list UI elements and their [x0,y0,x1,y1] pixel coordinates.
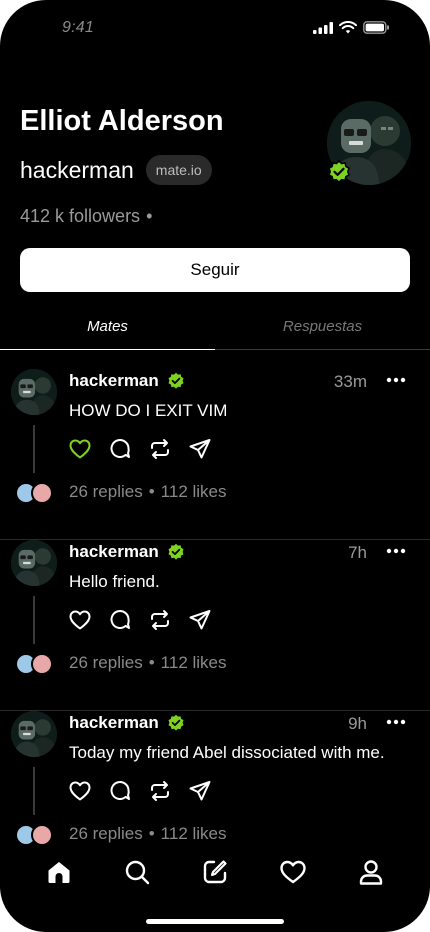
replies-count[interactable]: 26 replies [69,653,143,673]
post-avatar-image [11,711,57,757]
thread-line [33,425,35,473]
replies-count[interactable]: 26 replies [69,482,143,502]
handle-row: hackerman mate.io [20,155,212,185]
stats-separator: • [148,653,155,672]
search-icon[interactable] [123,858,151,886]
profile-tabs: Mates Respuestas [0,304,430,350]
post-author[interactable]: hackerman [69,542,185,562]
more-options-icon[interactable] [386,717,406,727]
battery-icon [363,21,389,34]
home-indicator[interactable] [146,919,284,924]
replies-count[interactable]: 26 replies [69,824,143,844]
post-time: 33m [333,372,367,391]
heart-icon[interactable] [279,858,307,886]
post-stats: 26 replies • 112 likes [69,482,227,502]
post-text: Today my friend Abel dissociated with me… [69,743,385,762]
like-icon[interactable] [68,437,92,461]
profile-icon[interactable] [357,858,385,886]
reply-avatar [31,653,53,675]
thread-line [33,767,35,815]
reply-avatar [31,824,53,846]
verified-badge-icon [328,160,350,184]
post-stats: 26 replies • 112 likes [69,824,227,844]
post-author[interactable]: hackerman [69,371,185,391]
more-options-icon[interactable] [386,546,406,556]
post-author-name: hackerman [69,542,159,561]
profile-handle: hackerman [20,156,134,183]
domain-badge[interactable]: mate.io [145,155,212,185]
follow-button[interactable]: Seguir [20,248,410,292]
tab-respuestas[interactable]: Respuestas [215,304,430,349]
repost-icon[interactable] [148,608,172,632]
home-icon[interactable] [45,858,73,886]
profile-name: Elliot Alderson [20,105,224,137]
followers-separator: • [146,206,153,226]
stats-separator: • [148,824,155,843]
share-icon[interactable] [188,437,212,461]
comment-icon[interactable] [108,437,132,461]
reply-avatar [31,482,53,504]
post-stats: 26 replies • 112 likes [69,653,227,673]
post-text: Hello friend. [69,572,160,591]
post-actions [68,608,212,632]
reply-avatars [15,824,55,846]
share-icon[interactable] [188,608,212,632]
comment-icon[interactable] [108,779,132,803]
more-options-icon[interactable] [386,375,406,385]
wifi-icon [339,21,357,34]
post[interactable]: hackerman 7h Hello friend. 26 replies • … [0,540,430,711]
comment-icon[interactable] [108,608,132,632]
followers-count: 412 k followers [20,206,141,226]
verified-badge-icon [168,372,184,389]
verified-badge-icon [168,543,184,560]
post-time: 9h [348,714,367,733]
status-icons [313,21,390,34]
phone-screen: 9:41 Elliot Alderson hackerman mate.io 4… [0,0,430,932]
likes-count[interactable]: 112 likes [161,653,227,673]
like-icon[interactable] [68,779,92,803]
post-avatar[interactable] [11,369,57,415]
post-time: 7h [348,543,367,562]
post-avatar-image [11,540,57,586]
like-icon[interactable] [68,608,92,632]
likes-count[interactable]: 112 likes [161,824,227,844]
repost-icon[interactable] [148,779,172,803]
reply-avatars [15,482,55,504]
post[interactable]: hackerman 33m HOW DO I EXIT VIM 26 repli… [0,369,430,540]
post-author-name: hackerman [69,371,159,390]
post-avatar-image [11,369,57,415]
likes-count[interactable]: 112 likes [161,482,227,502]
post-author[interactable]: hackerman [69,713,185,733]
tab-mates[interactable]: Mates [0,304,215,350]
post-avatar[interactable] [11,540,57,586]
bottom-nav [0,858,430,890]
status-time: 9:41 [62,19,94,36]
stats-separator: • [148,482,155,501]
followers-row[interactable]: 412 k followers • [20,206,152,227]
share-icon[interactable] [188,779,212,803]
repost-icon[interactable] [148,437,172,461]
signal-icon [313,21,333,34]
post-actions [68,437,212,461]
post-text: HOW DO I EXIT VIM [69,401,228,420]
reply-avatars [15,653,55,675]
verified-badge-icon [168,714,184,731]
compose-icon[interactable] [201,858,229,886]
post-actions [68,779,212,803]
thread-line [33,596,35,644]
post[interactable]: hackerman 9h Today my friend Abel dissoc… [0,711,430,882]
post-avatar[interactable] [11,711,57,757]
post-author-name: hackerman [69,713,159,732]
